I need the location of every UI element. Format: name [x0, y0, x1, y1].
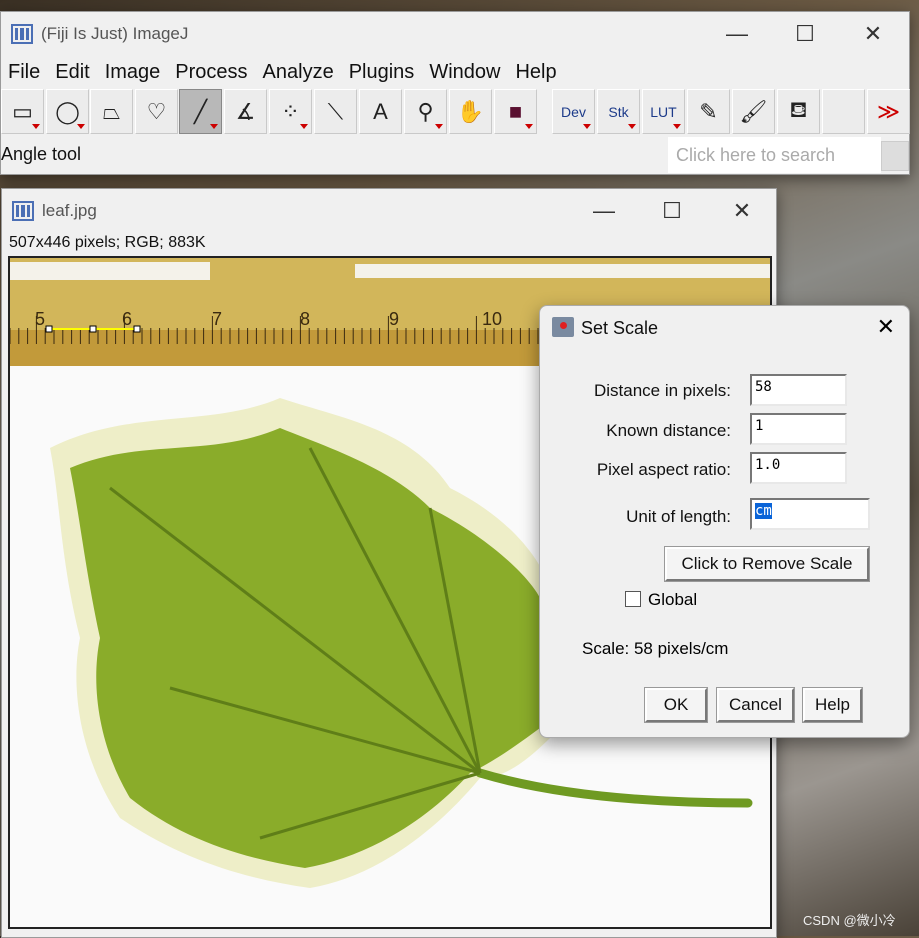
- unit-of-length-input[interactable]: cm: [750, 498, 870, 530]
- polygon-tool-icon: ⏢: [102, 98, 121, 124]
- more-tools[interactable]: ≫: [867, 89, 910, 134]
- window-title: (Fiji Is Just) ImageJ: [41, 24, 189, 43]
- close-button[interactable]: ✕: [708, 189, 776, 233]
- stk-menu[interactable]: Stk: [597, 89, 640, 134]
- rectangle-tool-icon: ▭: [12, 98, 33, 124]
- watermark: CSDN @微小冷: [803, 913, 896, 928]
- menu-plugins[interactable]: Plugins: [342, 58, 423, 86]
- ruler-number: 7: [212, 309, 222, 329]
- menu-file[interactable]: File: [1, 58, 48, 86]
- global-label: Global: [648, 590, 698, 609]
- point-tool[interactable]: ⁘: [269, 89, 312, 134]
- oval-tool[interactable]: ◯: [46, 89, 89, 134]
- lut-menu-icon: LUT: [650, 103, 677, 120]
- close-button[interactable]: ✕: [877, 314, 895, 340]
- ok-button[interactable]: OK: [644, 687, 708, 723]
- angle-tool-icon: ∡: [235, 98, 256, 124]
- known-distance-input[interactable]: 1: [750, 413, 847, 445]
- search-button[interactable]: [881, 141, 909, 171]
- search-input[interactable]: Click here to search: [668, 137, 881, 173]
- wand-tool-icon: ⟍: [327, 98, 344, 124]
- angle-tool[interactable]: ∡: [224, 89, 267, 134]
- unit-label: Unit of length:: [626, 507, 731, 526]
- point-tool-icon: ⁘: [281, 98, 300, 124]
- fiji-icon: [11, 24, 33, 44]
- ruler-number: 9: [389, 309, 399, 329]
- brush-tool-icon: 🖌: [739, 98, 768, 124]
- menu-help[interactable]: Help: [508, 58, 564, 86]
- window-title: leaf.jpg: [42, 201, 97, 220]
- fiji-icon: [12, 201, 34, 221]
- remove-scale-button[interactable]: Click to Remove Scale: [664, 546, 870, 582]
- dev-menu-icon: Dev: [561, 103, 586, 120]
- pencil-tool[interactable]: ✎: [687, 89, 730, 134]
- menu-bar: File Edit Image Process Analyze Plugins Window…: [1, 58, 565, 86]
- minimize-button[interactable]: —: [570, 189, 638, 233]
- pencil-tool-icon: ✎: [699, 98, 718, 124]
- ruler-number: 10: [482, 309, 502, 329]
- brush-tool[interactable]: 🖌: [732, 89, 775, 134]
- selected-text: cm: [755, 503, 772, 519]
- menu-edit[interactable]: Edit: [48, 58, 97, 86]
- aspect-ratio-label: Pixel aspect ratio:: [596, 460, 731, 479]
- freehand-tool-icon: ♡: [146, 98, 167, 124]
- minimize-button[interactable]: —: [703, 12, 771, 56]
- oval-tool-icon: ◯: [55, 98, 80, 124]
- hand-tool[interactable]: ✋: [449, 89, 492, 134]
- hand-tool-icon: ✋: [456, 98, 485, 124]
- color-picker-tool-icon: ■: [508, 98, 523, 124]
- freehand-tool[interactable]: ♡: [135, 89, 178, 134]
- text-tool-icon: A: [373, 98, 388, 124]
- image-info: 507x446 pixels; RGB; 883K: [9, 234, 206, 251]
- pixel-aspect-ratio-input[interactable]: 1.0: [750, 452, 847, 484]
- line-tool-icon: ╱: [193, 98, 208, 124]
- maximize-button[interactable]: ☐: [638, 189, 706, 233]
- flood-fill-tool-icon: ⛾: [789, 97, 808, 122]
- scale-text: Scale: 58 pixels/cm: [582, 639, 729, 658]
- more-tools-icon: ≫: [876, 98, 901, 124]
- stk-menu-icon: Stk: [608, 103, 629, 120]
- cancel-button[interactable]: Cancel: [716, 687, 795, 723]
- magnifier-tool[interactable]: ⚲: [404, 89, 447, 134]
- help-button[interactable]: Help: [802, 687, 863, 723]
- menu-window[interactable]: Window: [422, 58, 508, 86]
- dialog-title: Set Scale: [581, 318, 659, 338]
- menu-image[interactable]: Image: [98, 58, 169, 86]
- imagej-main-window: (Fiji Is Just) ImageJ — ☐ ✕ File Edit Imag…: [0, 11, 910, 175]
- rectangle-tool[interactable]: ▭: [1, 89, 44, 134]
- wand-tool[interactable]: ⟍: [314, 89, 357, 134]
- leaf: [70, 428, 540, 868]
- ruler-number: 5: [35, 309, 45, 329]
- menu-process[interactable]: Process: [168, 58, 255, 86]
- known-distance-label: Known distance:: [606, 421, 731, 440]
- status-text: Angle tool: [1, 144, 82, 164]
- global-checkbox[interactable]: [625, 591, 641, 607]
- distance-in-pixels-input[interactable]: 58: [750, 374, 847, 406]
- polygon-tool[interactable]: ⏢: [90, 89, 133, 134]
- menu-analyze[interactable]: Analyze: [256, 58, 342, 86]
- set-scale-dialog: Set Scale ✕ Distance in pixels: 58 Known…: [539, 305, 910, 738]
- ruler-number: 6: [122, 309, 132, 329]
- distance-label: Distance in pixels:: [593, 381, 731, 400]
- dialog-icon: [552, 317, 574, 337]
- ruler-number: 8: [300, 309, 310, 329]
- text-tool[interactable]: A: [359, 89, 402, 134]
- empty-tool[interactable]: [822, 89, 865, 134]
- dev-menu[interactable]: Dev: [552, 89, 595, 134]
- toolbar: ▭ ◯ ⏢ ♡ ╱ ∡ ⁘ ⟍ A ⚲ ✋ ■ Dev Stk LUT ✎ 🖌 ⛾ ≫: [1, 89, 911, 135]
- color-picker-tool[interactable]: ■: [494, 89, 537, 134]
- magnifier-tool-icon: ⚲: [417, 98, 434, 124]
- line-tool[interactable]: ╱: [179, 89, 222, 134]
- close-button[interactable]: ✕: [839, 12, 907, 56]
- maximize-button[interactable]: ☐: [771, 12, 839, 56]
- lut-menu[interactable]: LUT: [642, 89, 685, 134]
- flood-fill-tool[interactable]: ⛾: [777, 89, 820, 134]
